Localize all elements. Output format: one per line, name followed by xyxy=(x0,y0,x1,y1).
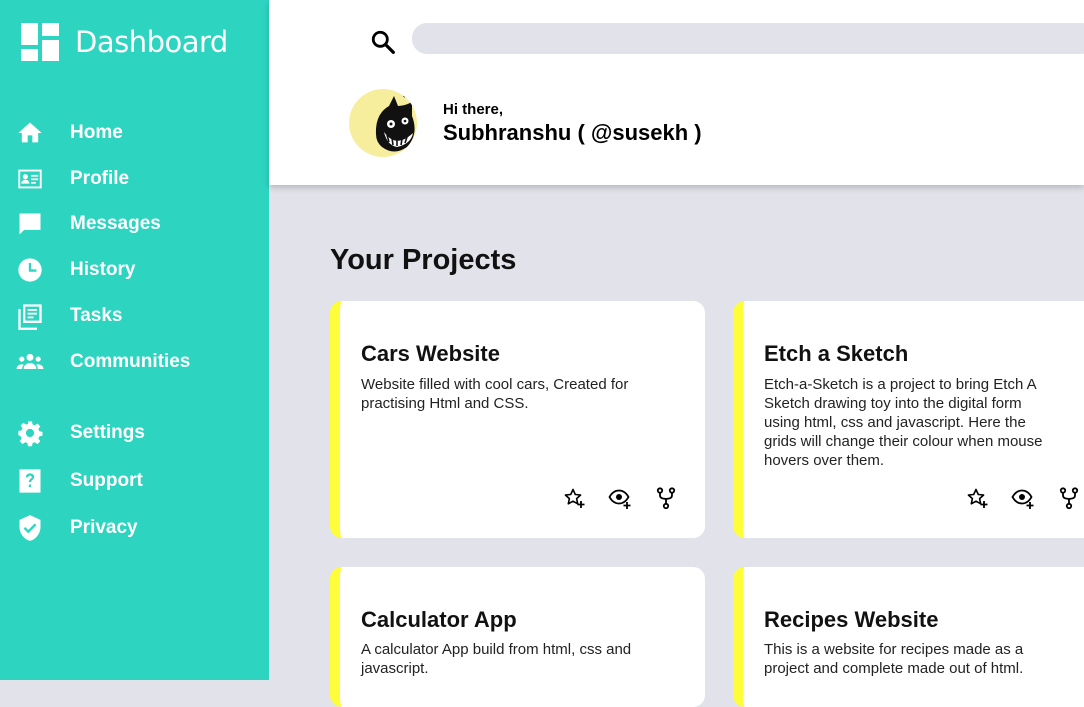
header: Hi there, Subhranshu ( @susekh ) xyxy=(269,0,1084,185)
project-title: Cars Website xyxy=(361,341,500,366)
project-description: This is a website for recipes made as a … xyxy=(764,641,1024,677)
sidebar-item-profile[interactable]: Profile xyxy=(16,164,129,194)
clock-icon xyxy=(16,256,44,284)
sidebar-item-communities[interactable]: Communities xyxy=(16,347,190,377)
username: Subhranshu ( @susekh ) xyxy=(443,120,702,145)
sidebar-item-privacy[interactable]: Privacy xyxy=(16,513,138,543)
star-add-icon[interactable] xyxy=(562,486,586,510)
sidebar-item-support[interactable]: Support xyxy=(16,466,143,496)
watch-icon[interactable] xyxy=(608,486,632,510)
sidebar-item-tasks[interactable]: Tasks xyxy=(16,301,122,331)
search-input[interactable] xyxy=(412,23,1084,54)
project-description: Website filled with cool cars, Created f… xyxy=(361,376,629,412)
project-actions xyxy=(562,486,678,510)
sidebar-item-history[interactable]: History xyxy=(16,255,135,285)
sidebar-item-label: Communities xyxy=(70,351,191,372)
help-icon xyxy=(16,467,44,495)
greeting: Hi there, xyxy=(443,101,504,118)
project-card[interactable]: Calculator App A calculator App build fr… xyxy=(330,567,705,707)
cat-avatar-icon xyxy=(375,93,415,152)
shield-icon xyxy=(16,514,44,542)
sidebar-item-label: Privacy xyxy=(70,517,138,538)
tasks-icon xyxy=(16,302,44,330)
sidebar-item-label: Profile xyxy=(70,168,130,189)
avatar[interactable] xyxy=(349,89,417,157)
brand[interactable]: Dashboard xyxy=(21,23,228,61)
project-card[interactable]: Etch a Sketch Etch-a-Sketch is a project… xyxy=(733,301,1084,538)
sidebar-item-label: History xyxy=(70,259,136,280)
watch-icon[interactable] xyxy=(1011,486,1035,510)
sidebar-item-label: Messages xyxy=(70,213,161,234)
search-icon[interactable] xyxy=(370,29,396,55)
id-card-icon xyxy=(16,165,44,193)
project-description: Etch-a-Sketch is a project to bring Etch… xyxy=(764,376,1043,469)
home-icon xyxy=(16,119,44,147)
sidebar-item-label: Support xyxy=(70,470,143,491)
sidebar-item-home[interactable]: Home xyxy=(16,118,123,148)
page-title: Your Projects xyxy=(330,244,517,276)
project-description: A calculator App build from html, css an… xyxy=(361,641,632,677)
brand-title: Dashboard xyxy=(75,25,228,59)
project-card[interactable]: Cars Website Website filled with cool ca… xyxy=(330,301,705,538)
project-title: Recipes Website xyxy=(764,607,939,632)
project-actions xyxy=(965,486,1081,510)
gear-icon xyxy=(16,419,44,447)
sidebar-item-settings[interactable]: Settings xyxy=(16,418,145,448)
sidebar-item-label: Tasks xyxy=(70,305,123,326)
sidebar-item-label: Home xyxy=(70,122,123,143)
dashboard-icon xyxy=(21,23,59,61)
fork-icon[interactable] xyxy=(654,486,678,510)
project-card[interactable]: Recipes Website This is a website for re… xyxy=(733,567,1084,707)
message-icon xyxy=(16,210,44,238)
project-title: Etch a Sketch xyxy=(764,341,909,366)
fork-icon[interactable] xyxy=(1057,486,1081,510)
sidebar-item-label: Settings xyxy=(70,422,145,443)
project-title: Calculator App xyxy=(361,607,517,632)
sidebar: Dashboard Home Profile Messages History … xyxy=(0,0,269,680)
sidebar-item-messages[interactable]: Messages xyxy=(16,209,161,239)
star-add-icon[interactable] xyxy=(965,486,989,510)
people-icon xyxy=(16,348,44,376)
